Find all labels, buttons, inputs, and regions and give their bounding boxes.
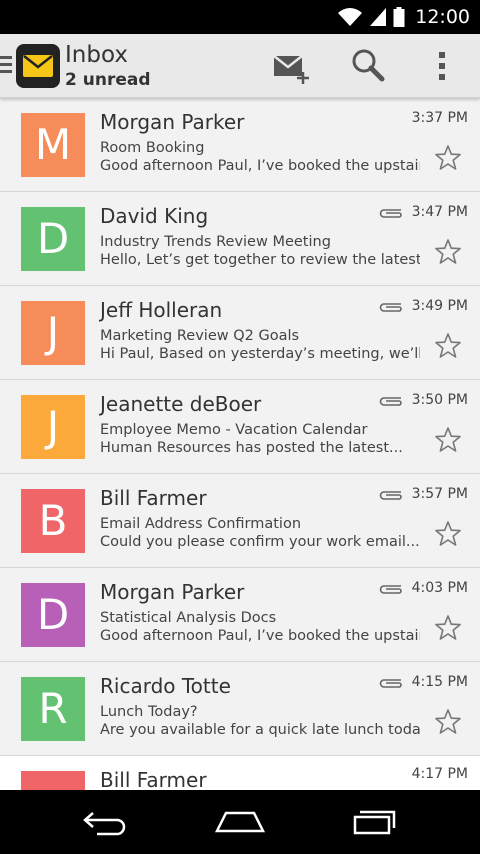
star-icon[interactable] — [434, 708, 462, 736]
star-icon[interactable] — [434, 238, 462, 266]
message-time: 3:47 PM — [411, 204, 468, 220]
sender-name: Ricardo Totte — [100, 674, 231, 698]
message-subject: Industry Trends Review Meeting — [100, 234, 331, 250]
search-button[interactable] — [346, 46, 390, 86]
sender-avatar[interactable]: R — [21, 677, 85, 741]
sender-avatar[interactable]: J — [21, 301, 85, 365]
message-subject: Marketing Review Q2 Goals — [100, 328, 300, 344]
message-row[interactable]: D Morgan Parker Statistical Analysis Docs G… — [0, 568, 480, 662]
attachment-icon — [379, 397, 402, 406]
attachment-icon — [379, 491, 402, 500]
overflow-menu-icon — [439, 52, 445, 80]
status-bar: 12:00 — [0, 0, 480, 34]
unread-count: 2 unread — [65, 70, 151, 90]
sender-name: Bill Farmer — [100, 768, 207, 790]
recent-apps-button[interactable] — [344, 804, 404, 840]
attachment-icon — [379, 303, 402, 312]
sender-avatar[interactable]: B — [21, 489, 85, 553]
battery-icon — [393, 7, 405, 27]
message-row[interactable]: J Jeanette deBoer Employee Memo - Vacation… — [0, 380, 480, 474]
page-title: Inbox — [65, 42, 128, 68]
message-preview: Could you please confirm your work email… — [100, 534, 420, 550]
compose-button[interactable] — [270, 46, 314, 86]
message-preview: Human Resources has posted the latest... — [100, 440, 403, 456]
sender-avatar[interactable] — [21, 771, 85, 790]
message-subject: Lunch Today? — [100, 704, 198, 720]
message-row[interactable]: R Ricardo Totte Lunch Today? Are you availa… — [0, 662, 480, 756]
navigation-bar — [0, 790, 480, 854]
overflow-menu-button[interactable] — [420, 46, 464, 86]
search-icon — [352, 49, 385, 82]
message-subject: Room Booking — [100, 140, 205, 156]
attachment-icon — [379, 585, 402, 594]
message-time: 3:57 PM — [411, 486, 468, 502]
recent-apps-icon — [353, 810, 396, 835]
sender-name: Morgan Parker — [100, 580, 245, 604]
message-preview: Hello, Let’s get together to review the … — [100, 252, 420, 268]
message-list[interactable]: M Morgan Parker Room Booking Good afternoon… — [0, 98, 480, 790]
back-button[interactable] — [76, 804, 136, 840]
message-subject: Employee Memo - Vacation Calendar — [100, 422, 368, 438]
message-preview: Are you available for a quick late lunch… — [100, 722, 420, 738]
message-row[interactable]: M Morgan Parker Room Booking Good afternoon… — [0, 98, 480, 192]
app-logo-icon[interactable] — [16, 44, 60, 88]
message-subject: Statistical Analysis Docs — [100, 610, 277, 626]
message-row[interactable]: D David King Industry Trends Review Meetin… — [0, 192, 480, 286]
star-icon[interactable] — [434, 426, 462, 454]
sender-avatar[interactable]: D — [21, 207, 85, 271]
star-icon[interactable] — [434, 144, 462, 172]
back-icon — [83, 812, 126, 836]
compose-mail-icon — [273, 55, 309, 84]
sender-name: Jeanette deBoer — [100, 392, 262, 416]
status-time: 12:00 — [415, 6, 470, 28]
wifi-icon — [338, 8, 363, 26]
sender-avatar[interactable]: M — [21, 113, 85, 177]
message-subject: Email Address Confirmation — [100, 516, 302, 532]
message-row[interactable]: J Jeff Holleran Marketing Review Q2 Goals H… — [0, 286, 480, 380]
message-row[interactable]: Bill Farmer 4:17 PM — [0, 756, 480, 790]
message-preview: Good afternoon Paul, I’ve booked the ups… — [100, 628, 420, 644]
star-icon[interactable] — [434, 520, 462, 548]
message-time: 3:37 PM — [411, 110, 468, 126]
message-time: 4:17 PM — [411, 766, 468, 782]
signal-icon — [370, 8, 387, 26]
message-preview: Hi Paul, Based on yesterday’s meeting, w… — [100, 346, 420, 362]
sender-name: David King — [100, 204, 209, 228]
action-bar: Inbox 2 unread — [0, 34, 480, 98]
home-icon — [214, 811, 266, 833]
attachment-icon — [379, 209, 402, 218]
message-row[interactable]: B Bill Farmer Email Address Confirmation Co… — [0, 474, 480, 568]
attachment-icon — [379, 679, 402, 688]
star-icon[interactable] — [434, 332, 462, 360]
message-time: 3:50 PM — [411, 392, 468, 408]
sender-avatar[interactable]: D — [21, 583, 85, 647]
sender-name: Jeff Holleran — [100, 298, 223, 322]
message-time: 4:15 PM — [411, 674, 468, 690]
sender-avatar[interactable]: J — [21, 395, 85, 459]
home-button[interactable] — [210, 804, 270, 840]
message-time: 3:49 PM — [411, 298, 468, 314]
sender-name: Morgan Parker — [100, 110, 245, 134]
sender-name: Bill Farmer — [100, 486, 207, 510]
drawer-indicator-icon[interactable] — [0, 56, 12, 74]
message-preview: Good afternoon Paul, I’ve booked the ups… — [100, 158, 420, 174]
star-icon[interactable] — [434, 614, 462, 642]
message-time: 4:03 PM — [411, 580, 468, 596]
